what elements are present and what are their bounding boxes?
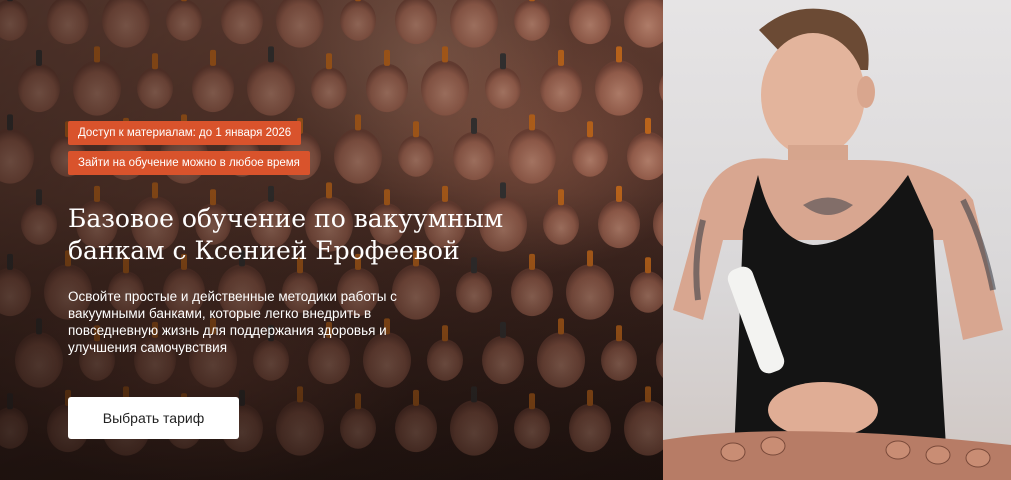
enroll-badge: Зайти на обучение можно в любое время — [68, 151, 310, 175]
hero-background-image: Доступ к материалам: до 1 января 2026 За… — [0, 0, 663, 480]
access-badge: Доступ к материалам: до 1 января 2026 — [68, 121, 302, 145]
instructor-illustration — [663, 8, 1011, 480]
page-subtitle: Освойте простые и действенные методики р… — [68, 289, 397, 355]
instructor-photo — [663, 0, 1011, 480]
page-title: Базовое обучение по вакуумным банкам с К… — [68, 204, 504, 265]
choose-tariff-button[interactable]: Выбрать тариф — [68, 397, 239, 439]
